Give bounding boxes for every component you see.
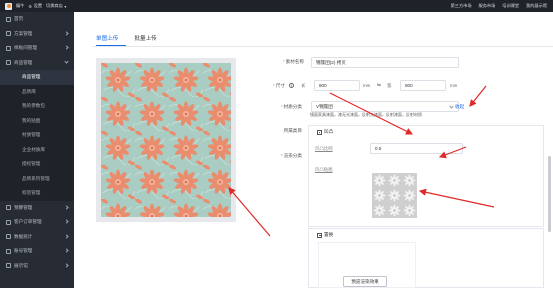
sidebar-item-stats[interactable]: 数据统计 — [0, 230, 74, 245]
length-unit: mm — [363, 83, 371, 88]
budget-icon — [6, 205, 11, 211]
collapse-icon — [317, 129, 322, 135]
goods-icon — [6, 60, 11, 66]
sidebar-item-goods[interactable]: 商品管理 — [0, 56, 74, 71]
sidebar: 首页 方案管理 样板间管理 商品管理 商品管理 品牌库 我的参数包 我的贴图 材… — [0, 12, 74, 288]
sidebar-item-account[interactable]: 账号管理 — [0, 244, 74, 259]
length-input[interactable]: 800 — [314, 80, 360, 91]
width-input[interactable]: 800 — [400, 80, 446, 91]
settings-button[interactable]: ⚙ 设置 — [28, 3, 42, 9]
collapse-link[interactable]: 收起 — [455, 104, 464, 110]
topbar-link-showroom[interactable]: 我的展示馆 — [526, 3, 547, 9]
group-label: 所属类目 — [283, 128, 302, 133]
width-label: 宽 — [387, 83, 392, 88]
top-bar: 编牛 ⚙ 设置 切换商店 ▾ 第三方市场 服务市场 培训课堂 我的展示馆 — [0, 0, 553, 12]
sidebar-sub-authorization[interactable]: 授权管理 — [0, 157, 74, 172]
gallery-icon — [6, 263, 11, 269]
bump-map-label: 凹凸贴图 — [315, 167, 333, 172]
sidebar-item-orders[interactable]: 客户订单管理 — [0, 215, 74, 230]
link-chain-icon[interactable]: ⇆ — [377, 82, 381, 88]
info-icon[interactable]: i — [289, 83, 294, 88]
width-unit: mm — [450, 83, 458, 88]
bump-map-thumbnail[interactable] — [372, 173, 417, 218]
length-label: 长 — [301, 83, 306, 88]
room-icon — [6, 45, 11, 51]
logo-icon — [5, 2, 12, 10]
chevron-down-icon — [64, 58, 69, 64]
sidebar-item-budget[interactable]: 预算管理 — [0, 201, 74, 216]
tab-single-upload[interactable]: 单图上传 — [96, 34, 118, 45]
bump-panel — [308, 125, 544, 227]
sidebar-item-home[interactable]: 首页 — [0, 12, 74, 27]
category-tags: 镜面家具漆面，漆无光漆面，反射光漆面，反射漆面，反射材质 — [310, 112, 422, 117]
caret-down-icon: ▾ — [64, 3, 67, 9]
sidebar-item-rooms[interactable]: 样板间管理 — [0, 41, 74, 56]
brand-name: 编牛 — [16, 3, 25, 8]
topbar-link-training[interactable]: 培训课堂 — [502, 3, 519, 9]
preview-render-button[interactable]: 预览渲染效果 — [343, 276, 387, 287]
texture-preview — [96, 58, 236, 222]
render-label: *渲染分类 — [280, 153, 302, 158]
chart-icon — [6, 234, 11, 240]
scrollbar[interactable] — [548, 156, 551, 232]
folder-icon — [6, 31, 11, 37]
bump-ratio-label: 凹凸比例 — [315, 146, 333, 151]
sidebar-item-gallery[interactable]: 展示馆 — [0, 259, 74, 274]
displacement-panel-header[interactable]: 置换 — [317, 232, 333, 238]
chevron-right-icon — [64, 248, 69, 253]
gear-icon: ⚙ — [28, 3, 33, 9]
chevron-right-icon — [64, 30, 69, 36]
order-icon — [6, 219, 11, 225]
name-label: *素材名称 — [282, 59, 304, 64]
size-label: *尺寸 — [273, 83, 285, 88]
chevron-right-icon — [64, 233, 69, 239]
chevron-down-icon — [449, 104, 454, 109]
chevron-right-icon — [64, 219, 69, 224]
upload-tabs: 单图上传 批量上传 — [96, 34, 157, 45]
topbar-link-third-party[interactable]: 第三方市场 — [451, 3, 472, 9]
texture-image — [101, 63, 231, 217]
switch-shop-button[interactable]: 切换商店 ▾ — [46, 3, 66, 9]
chevron-right-icon — [64, 45, 69, 50]
sidebar-sub-brand-series[interactable]: 品牌系列管理 — [0, 171, 74, 186]
sidebar-sub-params[interactable]: 我的参数包 — [0, 99, 74, 114]
sidebar-sub-materials[interactable]: 材质管理 — [0, 128, 74, 143]
tab-divider — [92, 46, 553, 47]
sidebar-sub-goods[interactable]: 商品管理 — [0, 70, 74, 85]
bump-ratio-input[interactable]: 0.5 — [370, 143, 463, 154]
category-select[interactable]: V锦簇团 — [311, 101, 459, 112]
sidebar-item-plans[interactable]: 方案管理 — [0, 27, 74, 42]
main-content: 单图上传 批量上传 *素材名称 锦簇团(2) 拷贝 *尺寸 i 长 800 mm… — [74, 12, 553, 288]
account-icon — [6, 248, 11, 254]
bump-panel-header[interactable]: 凹凸 — [317, 129, 333, 135]
name-input[interactable]: 锦簇团(2) 拷贝 — [311, 57, 459, 68]
home-icon — [6, 16, 11, 22]
chevron-right-icon — [64, 204, 69, 210]
topbar-link-service[interactable]: 服务市场 — [479, 3, 496, 9]
sidebar-sub-brands[interactable]: 品牌库 — [0, 84, 74, 99]
sidebar-sub-enterprise-materials[interactable]: 企业材质库 — [0, 142, 74, 157]
chevron-right-icon — [64, 262, 69, 268]
category-label: *材质分类 — [280, 104, 302, 109]
bump-map-image — [372, 173, 417, 218]
expand-icon — [317, 232, 322, 238]
sidebar-sub-textures[interactable]: 我的贴图 — [0, 113, 74, 128]
sidebar-sub-tags[interactable]: 标签管理 — [0, 186, 74, 201]
tab-batch-upload[interactable]: 批量上传 — [134, 34, 156, 45]
